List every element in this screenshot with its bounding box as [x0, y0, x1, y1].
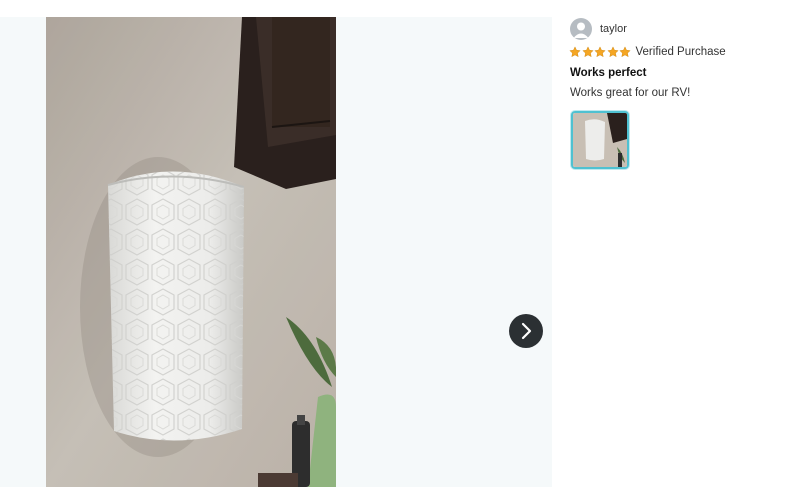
review-body: Works great for our RV! — [570, 87, 691, 99]
user-silhouette-icon — [573, 22, 589, 38]
star-icon — [569, 46, 581, 58]
image-viewer-stage — [0, 17, 552, 487]
star-icon — [594, 46, 606, 58]
star-icon — [581, 46, 594, 58]
review-details-panel: taylor Verified Purchase Works perfect W… — [552, 17, 800, 487]
review-photo — [46, 17, 336, 487]
reviewer-profile[interactable]: taylor — [570, 18, 627, 40]
avatar — [570, 18, 592, 40]
thumbnail-image — [573, 113, 627, 167]
next-image-button[interactable] — [509, 314, 543, 348]
star-icon — [619, 46, 631, 58]
star-icon — [606, 46, 619, 58]
review-image-thumbnail[interactable] — [571, 111, 629, 169]
review-photo-graphic — [46, 17, 336, 487]
verified-purchase-badge: Verified Purchase — [635, 46, 726, 58]
review-image-viewer: taylor Verified Purchase Works perfect W… — [0, 0, 800, 487]
reviewer-name[interactable]: taylor — [600, 23, 627, 35]
chevron-right-icon — [521, 322, 532, 340]
review-title: Works perfect — [570, 67, 647, 79]
rating-row: Verified Purchase — [569, 46, 726, 58]
star-rating — [569, 46, 632, 58]
